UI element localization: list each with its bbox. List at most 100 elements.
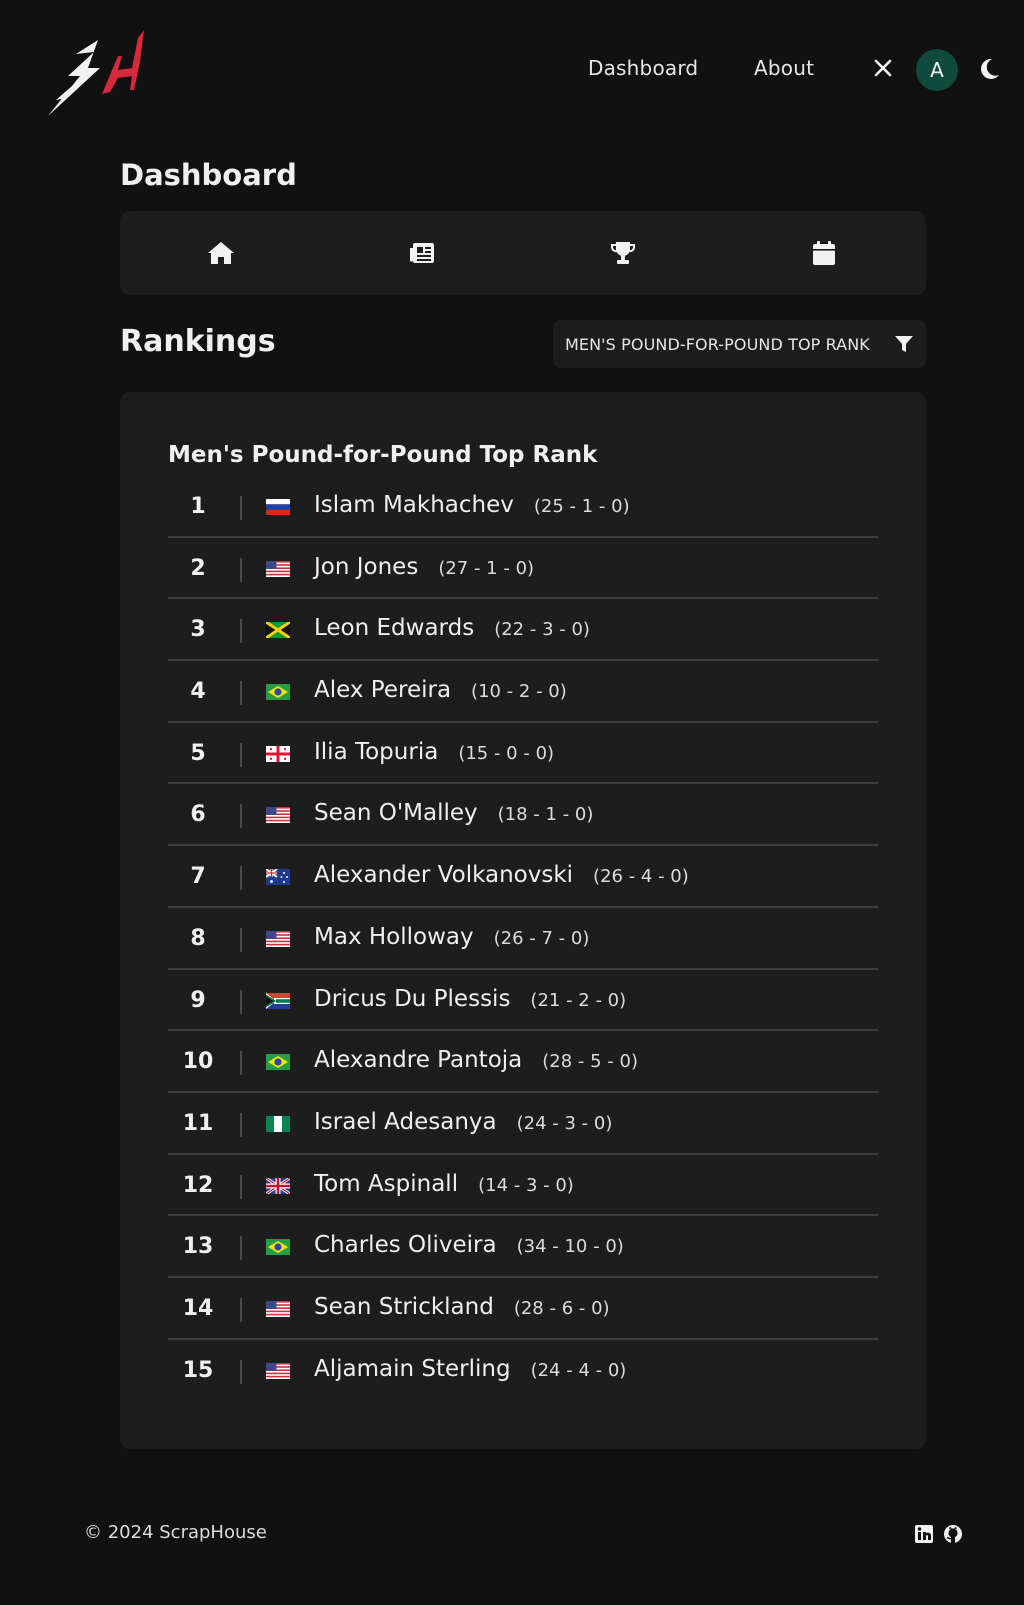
flag-usa-icon [266, 1362, 290, 1379]
ranking-row[interactable]: 15 Aljamain Sterling (24 - 4 - 0) [168, 1340, 878, 1402]
linkedin-icon[interactable] [914, 1524, 934, 1544]
github-icon[interactable] [943, 1524, 963, 1544]
row-divider [240, 1051, 242, 1076]
flag-usa-icon [266, 560, 290, 577]
fighter-name-text: Alexander Volkanovski [314, 862, 574, 889]
filter-icon [895, 336, 913, 352]
flag-usa-icon [266, 930, 290, 947]
rank-number: 6 [190, 802, 206, 828]
fighter-name[interactable]: Tom Aspinall (14 - 3 - 0) [314, 1171, 574, 1197]
fighter-record: (15 - 0 - 0) [458, 742, 555, 764]
flag-brazil-icon [266, 684, 290, 701]
rank-number: 5 [190, 740, 206, 766]
fighter-record: (14 - 3 - 0) [478, 1174, 574, 1196]
page: Dashboard About A Dashboard Rankings MEN… [0, 0, 1024, 1605]
news-button[interactable] [321, 211, 522, 295]
nav-dashboard-link[interactable]: Dashboard [588, 56, 698, 80]
fighter-record: (24 - 4 - 0) [530, 1359, 627, 1381]
row-divider [240, 1236, 242, 1261]
ranking-filter-dropdown[interactable]: MEN'S POUND-FOR-POUND TOP RANK [553, 320, 926, 368]
rank-number: 8 [190, 925, 206, 951]
fighter-name-text: Alexandre Pantoja [314, 1047, 523, 1074]
fighter-name[interactable]: Alex Pereira (10 - 2 - 0) [314, 677, 567, 703]
trophy-button[interactable] [522, 211, 723, 295]
row-divider [240, 989, 242, 1014]
fighter-name[interactable]: Max Holloway (26 - 7 - 0) [314, 924, 589, 950]
fighter-name[interactable]: Dricus Du Plessis (21 - 2 - 0) [314, 986, 626, 1012]
home-button[interactable] [120, 211, 321, 295]
fighter-record: (10 - 2 - 0) [471, 681, 567, 703]
flag-nigeria-icon [266, 1115, 290, 1132]
fighter-record: (28 - 5 - 0) [542, 1051, 638, 1073]
flag-usa-icon [266, 1300, 290, 1317]
calendar-icon [812, 241, 835, 265]
filter-label: MEN'S POUND-FOR-POUND TOP RANK [565, 334, 870, 354]
row-divider [240, 927, 242, 952]
flag-brazil-icon [266, 1239, 290, 1256]
ranking-row[interactable]: 13 Charles Oliveira (34 - 10 - 0) [168, 1216, 878, 1278]
fighter-name[interactable]: Alexander Volkanovski (26 - 4 - 0) [314, 862, 689, 888]
fighter-name[interactable]: Islam Makhachev (25 - 1 - 0) [314, 492, 630, 518]
flag-australia-icon [266, 869, 290, 886]
fighter-name[interactable]: Charles Oliveira (34 - 10 - 0) [314, 1232, 624, 1258]
ranking-row[interactable]: 10 Alexandre Pantoja (28 - 5 - 0) [168, 1031, 878, 1093]
fighter-record: (22 - 3 - 0) [494, 619, 590, 641]
fighter-name[interactable]: Alexandre Pantoja (28 - 5 - 0) [314, 1047, 638, 1073]
avatar[interactable]: A [916, 49, 958, 91]
rank-number: 15 [182, 1357, 214, 1383]
rank-number: 14 [182, 1295, 214, 1321]
fighter-name[interactable]: Ilia Topuria (15 - 0 - 0) [314, 739, 554, 765]
row-divider [240, 1112, 242, 1137]
fighter-record: (26 - 7 - 0) [493, 927, 590, 949]
card-title: Men's Pound-for-Pound Top Rank [168, 442, 598, 468]
fighter-name[interactable]: Sean O'Malley (18 - 1 - 0) [314, 800, 593, 826]
row-divider [240, 496, 242, 520]
rank-number: 9 [190, 987, 206, 1013]
flag-south-africa-icon [266, 992, 290, 1009]
ranking-row[interactable]: 14 Sean Strickland (28 - 6 - 0) [168, 1278, 878, 1340]
nav-about-link[interactable]: About [754, 56, 814, 80]
fighter-name-text: Jon Jones [314, 553, 419, 580]
fighter-record: (26 - 4 - 0) [593, 866, 689, 888]
ranking-row[interactable]: 9 Dricus Du Plessis (21 - 2 - 0) [168, 970, 878, 1032]
fighter-name[interactable]: Leon Edwards (22 - 3 - 0) [314, 615, 590, 641]
rank-number: 3 [190, 617, 206, 643]
logo[interactable] [46, 28, 146, 120]
ranking-row[interactable]: 7 Alexander Volkanovski (26 - 4 - 0) [168, 846, 878, 908]
fighter-record: (34 - 10 - 0) [516, 1236, 624, 1258]
calendar-button[interactable] [723, 211, 924, 295]
moon-icon[interactable] [980, 58, 1000, 80]
rank-number: 7 [190, 864, 206, 890]
rank-number: 12 [182, 1172, 214, 1198]
row-divider [240, 557, 242, 582]
ranking-row[interactable]: 4 Alex Pereira (10 - 2 - 0) [168, 661, 878, 723]
row-divider [240, 681, 242, 706]
fighter-name-text: Tom Aspinall [314, 1170, 459, 1197]
rank-number: 11 [182, 1110, 214, 1136]
home-icon [207, 242, 234, 264]
ranking-row[interactable]: 2 Jon Jones (27 - 1 - 0) [168, 538, 878, 600]
fighter-name[interactable]: Israel Adesanya (24 - 3 - 0) [314, 1109, 612, 1135]
fighter-name[interactable]: Jon Jones (27 - 1 - 0) [314, 554, 534, 580]
row-divider [240, 742, 242, 767]
ranking-row[interactable]: 12 Tom Aspinall (14 - 3 - 0) [168, 1155, 878, 1217]
rank-number: 13 [182, 1234, 214, 1260]
flag-brazil-icon [266, 1054, 290, 1071]
fighter-name[interactable]: Aljamain Sterling (24 - 4 - 0) [314, 1356, 626, 1382]
flag-uk-icon [266, 1177, 290, 1194]
close-icon[interactable] [872, 57, 894, 79]
ranking-row[interactable]: 8 Max Holloway (26 - 7 - 0) [168, 908, 878, 970]
fighter-name-text: Sean O'Malley [314, 800, 478, 827]
ranking-row[interactable]: 5 Ilia Topuria (15 - 0 - 0) [168, 723, 878, 785]
ranking-row[interactable]: 11 Israel Adesanya (24 - 3 - 0) [168, 1093, 878, 1155]
fighter-name-text: Israel Adesanya [314, 1108, 497, 1135]
ranking-row[interactable]: 3 Leon Edwards (22 - 3 - 0) [168, 599, 878, 662]
fighter-name-text: Aljamain Sterling [314, 1355, 511, 1382]
fighter-name[interactable]: Sean Strickland (28 - 6 - 0) [314, 1294, 610, 1320]
flag-jamaica-icon [266, 622, 290, 639]
rankings-title: Rankings [120, 324, 276, 359]
ranking-row[interactable]: 1 Islam Makhachev (25 - 1 - 0) [168, 476, 878, 538]
ranking-row[interactable]: 6 Sean O'Malley (18 - 1 - 0) [168, 784, 878, 847]
fighter-name-text: Ilia Topuria [314, 738, 439, 765]
fighter-record: (18 - 1 - 0) [497, 804, 594, 826]
